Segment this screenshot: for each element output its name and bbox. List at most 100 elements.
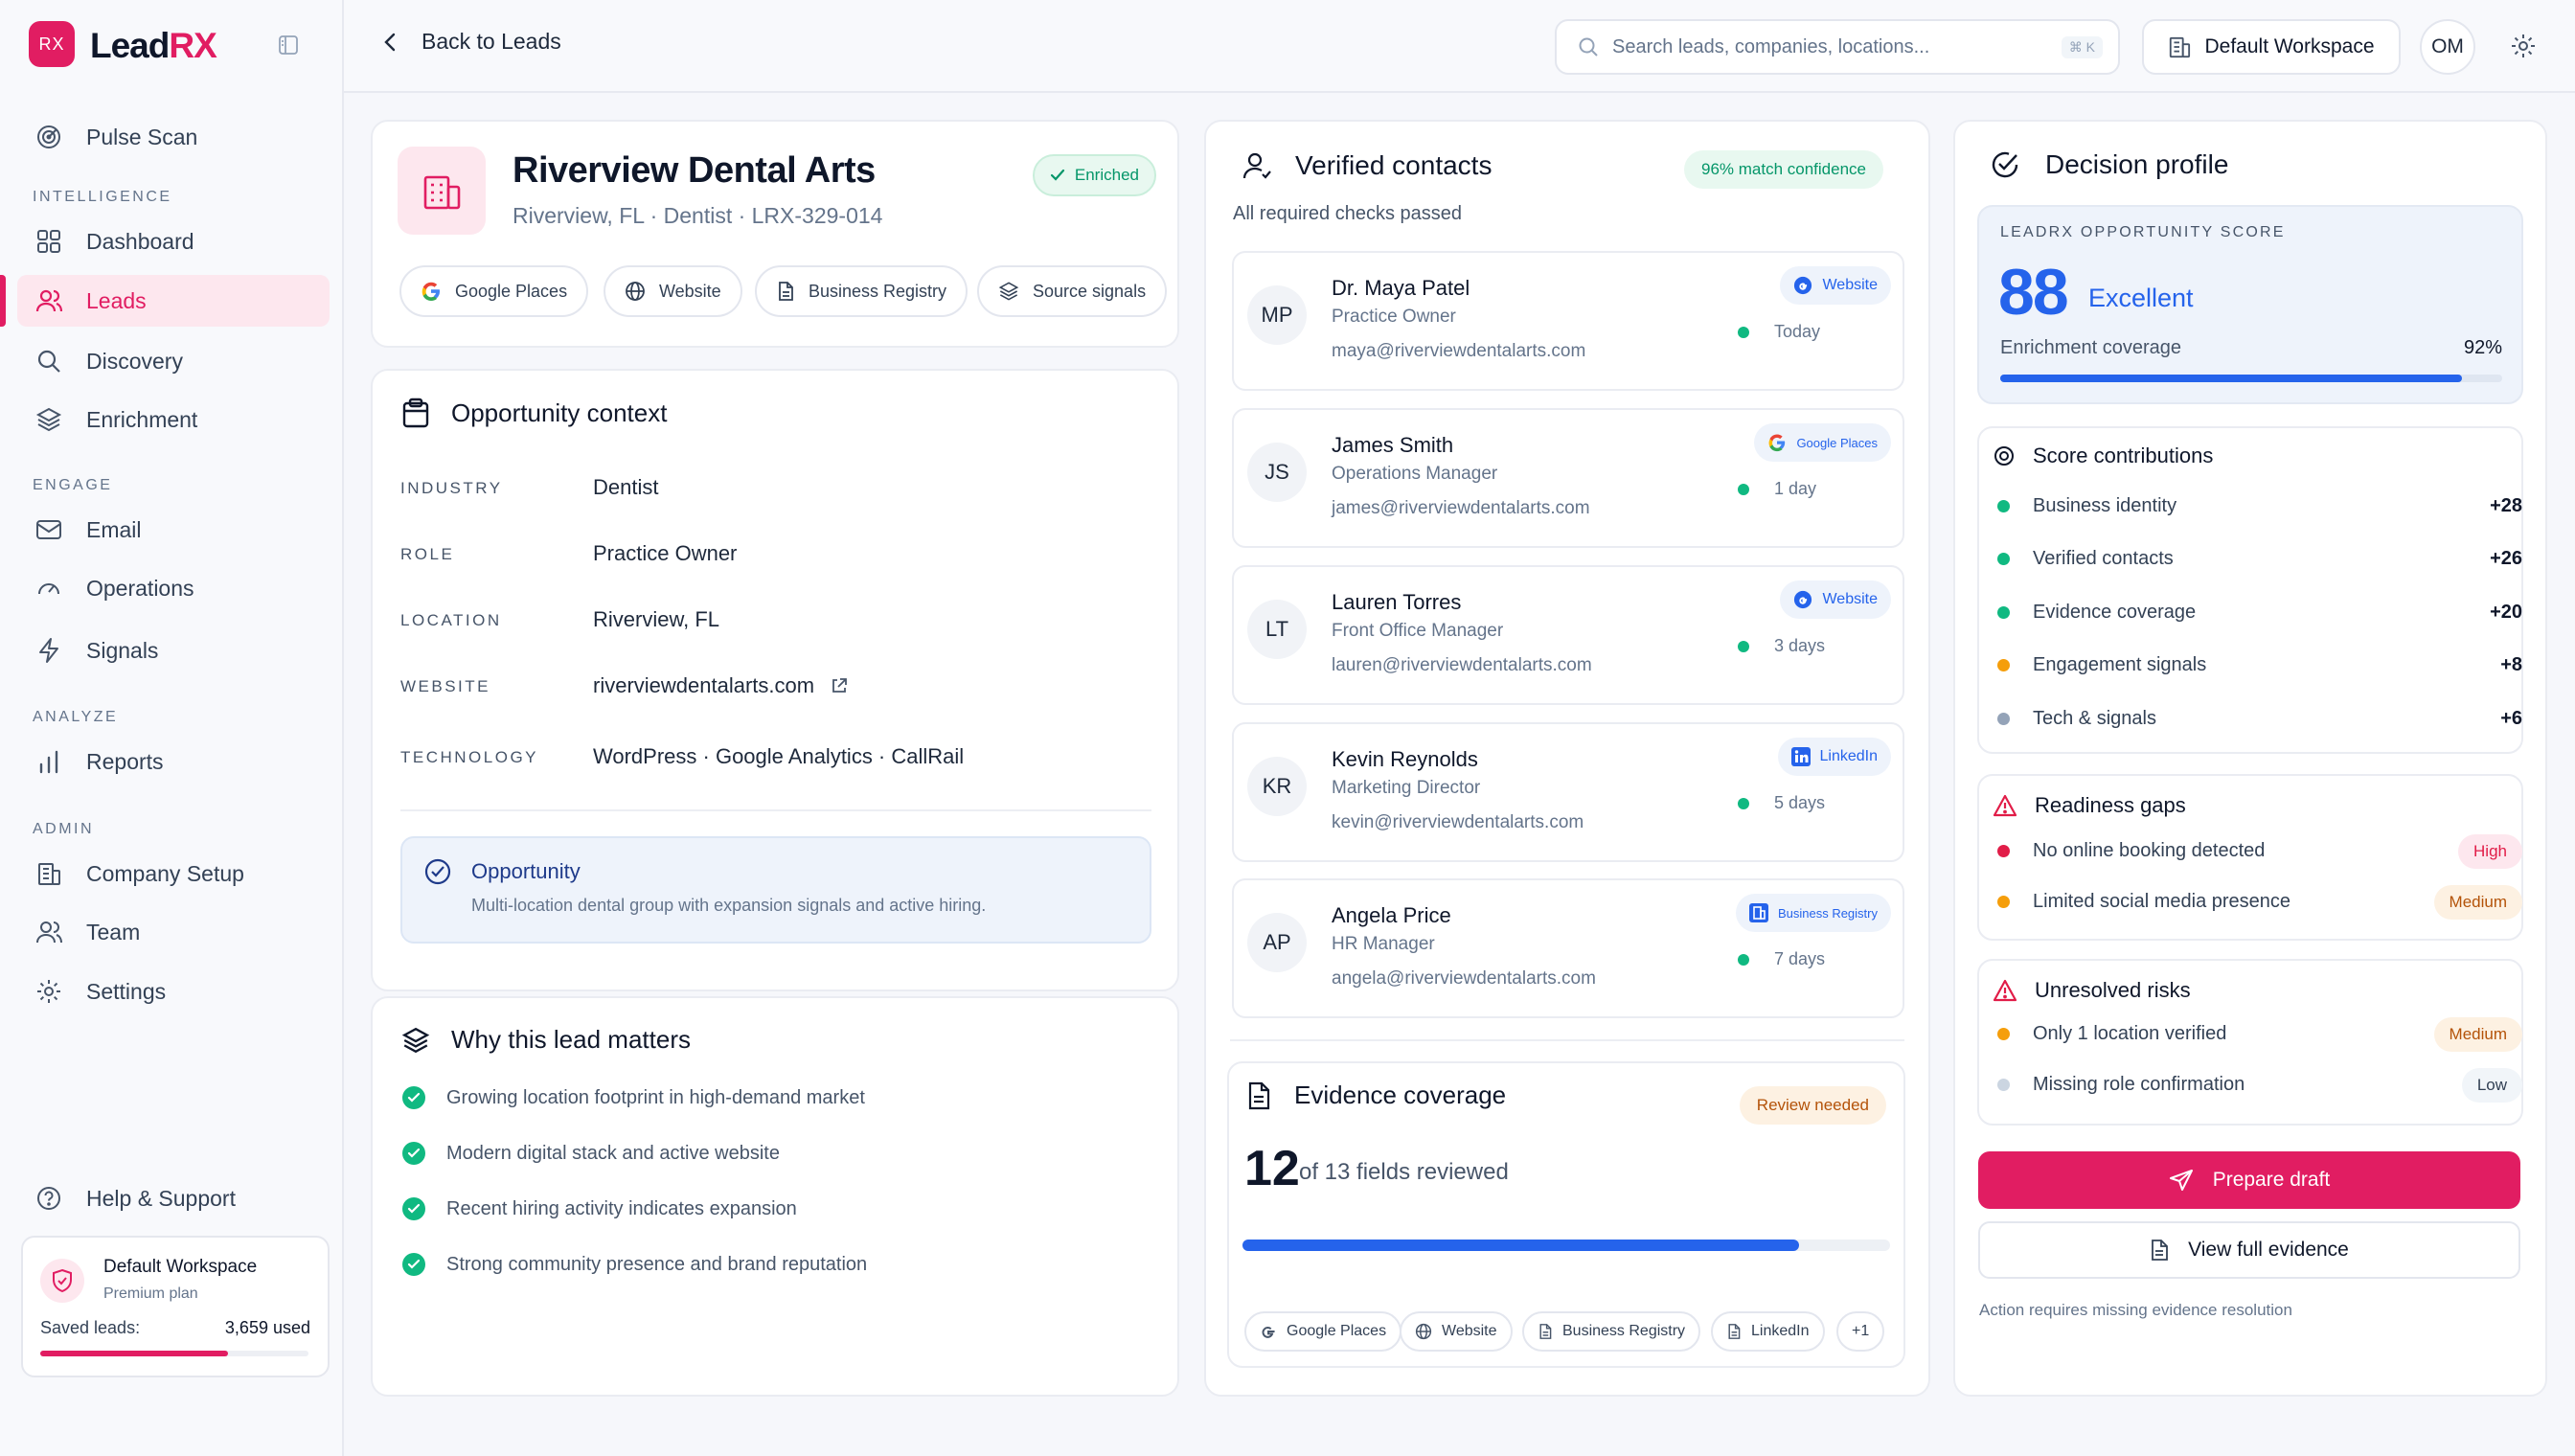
divider xyxy=(400,809,1151,811)
sidebar-item-label: Company Setup xyxy=(86,860,244,886)
field-key: ROLE xyxy=(400,545,455,563)
time-label: Today xyxy=(1774,322,1821,341)
contact-role: Practice Owner xyxy=(1332,307,1456,327)
website-link[interactable]: riverviewdentalarts.com xyxy=(593,673,849,698)
prepare-draft-label: Prepare draft xyxy=(2212,1169,2331,1191)
chip-label: Website xyxy=(1442,1323,1497,1339)
sidebar-item-enrichment[interactable]: Enrichment xyxy=(17,394,330,445)
sidebar-item-email[interactable]: Email xyxy=(17,504,330,556)
linkedin-icon xyxy=(1790,747,1820,766)
evidence-source-google-places[interactable]: Google Places xyxy=(1244,1311,1402,1352)
sidebar-collapse-icon[interactable] xyxy=(278,34,299,56)
sidebar-item-label: Leads xyxy=(86,287,147,313)
contact-card[interactable]: JS James Smith Operations Manager james@riv… xyxy=(1232,408,1904,548)
contribution-dot xyxy=(1997,713,2010,725)
search-bar[interactable]: ⌘ K xyxy=(1555,19,2120,75)
check-circle-icon xyxy=(402,1197,425,1220)
building-icon xyxy=(2168,35,2191,58)
usage-fill xyxy=(40,1351,228,1356)
contact-card[interactable]: KR Kevin Reynolds Marketing Director kevin@… xyxy=(1232,722,1904,862)
back-to-leads-link[interactable]: Back to Leads xyxy=(383,29,561,55)
evidence-source-more[interactable]: +1 xyxy=(1836,1311,1885,1352)
opportunity-score: 88 xyxy=(1998,256,2069,329)
document-icon xyxy=(1538,1323,1562,1340)
why-point: Modern digital stack and active website xyxy=(402,1142,780,1165)
contact-role: HR Manager xyxy=(1332,934,1435,954)
sidebar-item-discovery[interactable]: Discovery xyxy=(17,335,330,387)
time-label: 5 days xyxy=(1774,793,1826,812)
time-label: 7 days xyxy=(1774,949,1826,968)
contact-card[interactable]: MP Dr. Maya Patel Practice Owner maya@river… xyxy=(1232,251,1904,391)
contact-email[interactable]: kevin@riverviewdentalarts.com xyxy=(1332,812,1584,833)
contribution-value: +28 xyxy=(2490,495,2522,516)
field-key: WEBSITE xyxy=(400,677,491,695)
nav-section-engage: ENGAGE xyxy=(33,477,113,493)
contact-email[interactable]: lauren@riverviewdentalarts.com xyxy=(1332,655,1592,676)
contact-card[interactable]: AP Angela Price HR Manager angela@riverview… xyxy=(1232,878,1904,1018)
contribution-value: +20 xyxy=(2490,602,2522,623)
settings-gear-icon[interactable] xyxy=(2510,33,2537,59)
source-chip-google-places[interactable]: Google Places xyxy=(399,265,589,317)
contact-avatar: AP xyxy=(1247,913,1307,972)
severity-dot xyxy=(1997,1079,2010,1091)
sidebar-item-label: Enrichment xyxy=(86,406,198,432)
contact-email[interactable]: angela@riverviewdentalarts.com xyxy=(1332,968,1596,990)
coverage-track xyxy=(2000,375,2502,382)
sidebar-item-settings[interactable]: Settings xyxy=(17,966,330,1017)
sidebar-item-team[interactable]: Team xyxy=(17,906,330,958)
chip-label: Website xyxy=(659,281,721,301)
bar-chart-icon xyxy=(34,747,63,776)
contact-verified-time: 5 days xyxy=(1738,793,1825,813)
external-link-icon xyxy=(830,676,849,695)
sidebar-item-pulse-scan[interactable]: Pulse Scan xyxy=(17,111,330,163)
contact-card[interactable]: LT Lauren Torres Front Office Manager laure… xyxy=(1232,565,1904,705)
source-chip-website[interactable]: Website xyxy=(604,265,742,317)
coverage-label: Enrichment coverage xyxy=(2000,337,2181,358)
contribution-dot xyxy=(1997,606,2010,619)
sidebar-item-company-setup[interactable]: Company Setup xyxy=(17,848,330,899)
evidence-source-linkedin[interactable]: LinkedIn xyxy=(1711,1311,1825,1352)
workspace-card[interactable]: Default Workspace Premium plan Saved lea… xyxy=(21,1236,330,1377)
contribution-label: Business identity xyxy=(2033,495,2177,516)
evidence-source-business-registry[interactable]: Business Registry xyxy=(1522,1311,1701,1352)
workspace-switcher[interactable]: Default Workspace xyxy=(2142,19,2401,75)
contact-role: Operations Manager xyxy=(1332,464,1498,484)
contact-email[interactable]: james@riverviewdentalarts.com xyxy=(1332,498,1590,519)
sidebar-item-dashboard[interactable]: Dashboard xyxy=(17,216,330,267)
search-input[interactable] xyxy=(1612,35,2034,58)
evidence-count: 12 xyxy=(1244,1141,1300,1196)
contributions-header: Score contributions xyxy=(1993,444,2213,468)
source-chip-business-registry[interactable]: Business Registry xyxy=(755,265,968,317)
status-dot xyxy=(1738,953,1749,966)
google-icon xyxy=(1767,433,1796,452)
lead-header-card: Riverview Dental Arts Riverview, FL · De… xyxy=(371,120,1179,348)
grid-icon xyxy=(34,227,63,256)
source-chip-source-signals[interactable]: Source signals xyxy=(977,265,1168,317)
building-icon xyxy=(34,859,63,888)
severity-badge: Low xyxy=(2461,1067,2522,1103)
clipboard-icon xyxy=(401,398,430,428)
prepare-draft-button[interactable]: Prepare draft xyxy=(1978,1151,2520,1209)
contact-email[interactable]: maya@riverviewdentalarts.com xyxy=(1332,341,1585,362)
sidebar-item-reports[interactable]: Reports xyxy=(17,736,330,787)
severity-dot xyxy=(1997,1028,2010,1040)
warning-icon xyxy=(1993,794,2017,817)
why-header: Why this lead matters xyxy=(401,1025,691,1055)
sidebar-item-signals[interactable]: Signals xyxy=(17,625,330,676)
help-icon xyxy=(34,1184,63,1213)
why-point-text: Strong community presence and brand repu… xyxy=(446,1253,868,1275)
opportunity-title: Opportunity xyxy=(471,859,581,883)
score-label: LEADRX OPPORTUNITY SCORE xyxy=(2000,224,2286,240)
status-badge: Enriched xyxy=(1032,154,1156,196)
gap-row: No online booking detected High xyxy=(1997,833,2522,869)
sidebar-item-help[interactable]: Help & Support xyxy=(17,1172,330,1224)
contribution-label: Engagement signals xyxy=(2033,654,2207,675)
user-avatar[interactable]: OM xyxy=(2420,19,2475,75)
evidence-source-website[interactable]: Website xyxy=(1400,1311,1513,1352)
severity-dot xyxy=(1997,845,2010,857)
view-full-evidence-button[interactable]: View full evidence xyxy=(1978,1221,2520,1279)
contribution-value: +26 xyxy=(2490,548,2522,569)
lead-name: Riverview Dental Arts xyxy=(513,150,876,191)
sidebar-item-leads[interactable]: Leads xyxy=(17,275,330,327)
sidebar-item-operations[interactable]: Operations xyxy=(17,562,330,614)
